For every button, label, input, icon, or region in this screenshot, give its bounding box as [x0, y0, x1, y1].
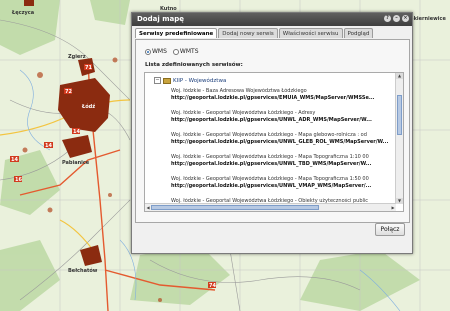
- radio-wmts[interactable]: WMTS: [172, 48, 199, 55]
- radio-wms-label: WMS: [152, 48, 167, 55]
- help-icon[interactable]: ?: [384, 15, 391, 22]
- scroll-right-icon[interactable]: ▶: [390, 204, 396, 211]
- horizontal-scrollbar[interactable]: ◀ ▶: [145, 203, 396, 211]
- service-name: Woj. łódzkie - Geoportal Województwa Łód…: [171, 176, 369, 182]
- map-label: Zgierz: [68, 54, 86, 60]
- service-type-radios: WMS WMTS: [145, 48, 199, 55]
- service-url: http://geoportal.lodzkie.pl/gpservices/E…: [171, 95, 375, 101]
- scroll-up-icon[interactable]: ▲: [396, 73, 403, 79]
- services-list-label: Lista zdefiniowanych serwisów:: [145, 62, 243, 68]
- road-badge: 14: [11, 157, 18, 163]
- service-item[interactable]: Woj. łódzkie - Geoportal Województwa Łód…: [171, 110, 391, 123]
- road-badge: 16: [15, 177, 22, 183]
- road-badge: 74: [209, 283, 216, 289]
- tab-service-properties[interactable]: Właściwości serwisu: [278, 28, 343, 38]
- radio-wmts-label: WMTS: [179, 48, 199, 55]
- scroll-down-icon[interactable]: ▼: [396, 198, 403, 204]
- dialog-title: Dodaj mapę: [137, 15, 184, 23]
- road-badge: 72: [65, 89, 72, 95]
- service-item[interactable]: Woj. łódzkie - Geoportal Województwa Łód…: [171, 176, 391, 189]
- tab-predefined-services[interactable]: Serwisy predefiniowane: [135, 28, 218, 38]
- service-name: Woj. łódzkie - Baza Adresowa Województwa…: [171, 88, 307, 94]
- horizontal-scroll-thumb[interactable]: [151, 205, 319, 210]
- radio-wms-dot[interactable]: [145, 48, 151, 55]
- service-item[interactable]: Woj. łódzkie - Geoportal Województwa Łód…: [171, 132, 391, 145]
- service-name: Woj. łódzkie - Geoportal Województwa Łód…: [171, 110, 316, 116]
- tab-preview[interactable]: Podgląd: [343, 28, 374, 38]
- add-map-dialog: Dodaj mapę ? – × Serwisy predefiniowane …: [131, 12, 413, 254]
- map-label: Łęczyca: [11, 10, 34, 16]
- radio-wms[interactable]: WMS: [145, 48, 167, 55]
- road-badge: 14: [73, 129, 80, 135]
- folder-icon: [163, 77, 171, 84]
- service-url: http://geoportal.lodzkie.pl/gpservices/U…: [171, 183, 372, 189]
- dialog-titlebar[interactable]: Dodaj mapę ? – ×: [132, 13, 412, 26]
- map-label: Bełchatów: [68, 267, 98, 274]
- vertical-scrollbar[interactable]: ▲ ▼: [395, 73, 403, 204]
- service-name: Woj. łódzkie - Geoportal Województwa Łód…: [171, 132, 367, 138]
- minimize-icon[interactable]: –: [393, 15, 400, 22]
- radio-wmts-dot[interactable]: [172, 48, 179, 55]
- tree-root-label: KIIP - Województwa: [173, 77, 227, 84]
- services-tree[interactable]: − KIIP - Województwa Woj. łódzkie - Baza…: [144, 72, 404, 212]
- dialog-tabs: Serwisy predefiniowane Dodaj nowy serwis…: [135, 28, 374, 38]
- service-url: http://geoportal.lodzkie.pl/gpservices/U…: [171, 117, 372, 123]
- service-item[interactable]: Woj. łódzkie - Baza Adresowa Województwa…: [171, 88, 391, 101]
- map-label: Skierniewice: [410, 16, 446, 22]
- tab-add-new-service[interactable]: Dodaj nowy serwis: [218, 28, 278, 38]
- map-label: Pabianice: [62, 160, 90, 166]
- service-url: http://geoportal.lodzkie.pl/gpservices/U…: [171, 161, 372, 167]
- collapse-icon[interactable]: −: [154, 77, 161, 84]
- service-item[interactable]: Woj. łódzkie - Geoportal Województwa Łód…: [171, 154, 391, 167]
- vertical-scroll-thumb[interactable]: [397, 95, 402, 135]
- service-url: http://geoportal.lodzkie.pl/gpservices/U…: [171, 139, 389, 145]
- tab-panel: WMS WMTS Lista zdefiniowanych serwisów: …: [135, 39, 410, 223]
- road-badge: 71: [85, 65, 92, 71]
- close-icon[interactable]: ×: [402, 15, 409, 22]
- service-name: Woj. łódzkie - Geoportal Województwa Łód…: [171, 154, 369, 160]
- road-badge: 14: [45, 143, 52, 149]
- tree-root-node[interactable]: − KIIP - Województwa: [154, 77, 226, 84]
- map-label: Łódź: [81, 103, 95, 110]
- connect-button[interactable]: Połącz: [375, 223, 405, 236]
